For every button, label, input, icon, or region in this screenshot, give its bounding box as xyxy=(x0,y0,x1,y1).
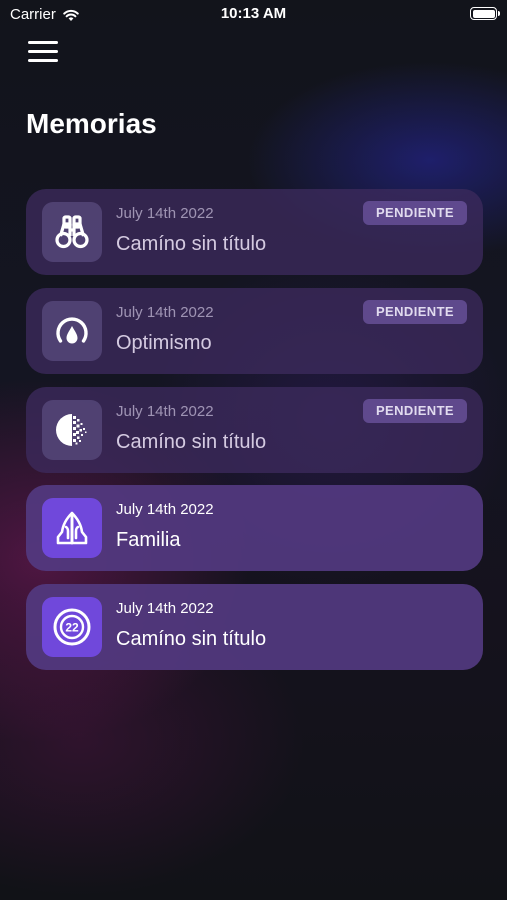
memory-title: Optimismo xyxy=(116,332,212,354)
memory-card[interactable]: July 14th 2022 Camíno sin título PENDIEN… xyxy=(26,189,483,275)
praying-hands-icon xyxy=(56,511,88,545)
memory-card[interactable]: July 14th 2022 Camíno sin título PENDIEN… xyxy=(26,387,483,473)
menu-line xyxy=(28,41,58,44)
memory-card[interactable]: 22 July 14th 2022 Camíno sin título xyxy=(26,584,483,670)
drop-circle-icon xyxy=(56,317,88,344)
memory-date: July 14th 2022 xyxy=(116,501,214,518)
target-22-icon: 22 xyxy=(53,608,91,646)
memory-card[interactable]: July 14th 2022 Optimismo PENDIENTE xyxy=(26,288,483,374)
status-bar: Carrier 10:13 AM xyxy=(0,0,507,30)
memory-date: July 14th 2022 xyxy=(116,304,214,321)
memory-title: Familia xyxy=(116,529,181,551)
card-icon-tile xyxy=(42,400,102,460)
battery-icon xyxy=(470,7,500,20)
memory-date: July 14th 2022 xyxy=(116,600,214,617)
status-badge: PENDIENTE xyxy=(362,399,467,423)
menu-line xyxy=(28,59,58,62)
dissolving-moon-icon xyxy=(56,414,87,446)
memory-title: Camíno sin título xyxy=(116,431,267,453)
menu-line xyxy=(28,50,58,53)
binoculars-icon xyxy=(55,215,89,249)
card-icon-tile xyxy=(42,498,102,558)
status-badge: PENDIENTE xyxy=(362,300,467,324)
card-icon-tile: 22 xyxy=(42,597,102,657)
page-title: Memorias xyxy=(26,108,157,139)
card-icon-tile xyxy=(42,202,102,262)
menu-button[interactable] xyxy=(28,39,60,65)
memory-date: July 14th 2022 xyxy=(116,205,214,222)
card-icon-tile xyxy=(42,301,102,361)
status-time: 10:13 AM xyxy=(220,5,287,22)
memory-card[interactable]: July 14th 2022 Familia xyxy=(26,485,483,571)
memory-date: July 14th 2022 xyxy=(116,403,214,420)
memory-title: Camíno sin título xyxy=(116,628,267,650)
svg-text:22: 22 xyxy=(65,621,79,635)
status-badge: PENDIENTE xyxy=(362,201,467,225)
memory-title: Camíno sin título xyxy=(116,233,267,255)
